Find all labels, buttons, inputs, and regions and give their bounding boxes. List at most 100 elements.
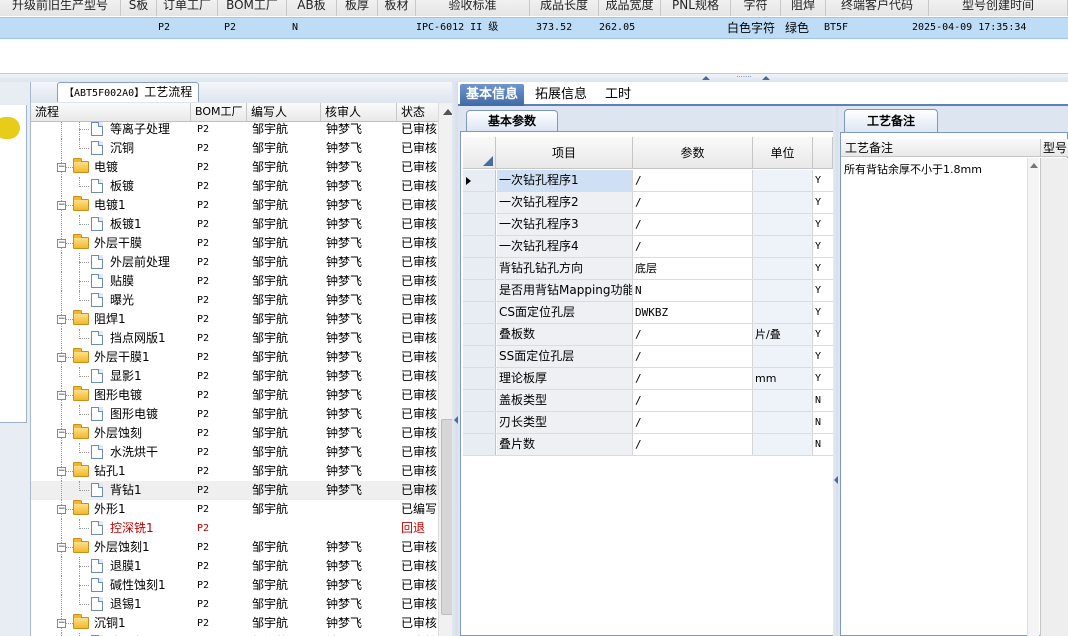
collapse-toggle-icon[interactable]: − xyxy=(57,201,66,210)
row-selector[interactable] xyxy=(463,236,496,257)
tree-row[interactable]: 图形电镀 P2 邹宇航 钟梦飞 已审核 xyxy=(31,405,439,424)
basic-params-tab[interactable]: 基本参数 xyxy=(466,110,558,131)
tree-row[interactable]: 退锡1 P2 邹宇航 钟梦飞 已审核 xyxy=(31,595,439,614)
process-notes-tab[interactable]: 工艺备注 xyxy=(844,109,938,132)
row-selector[interactable] xyxy=(463,346,496,367)
col-bom[interactable]: BOM工厂 xyxy=(191,103,247,121)
param-row[interactable]: 叠板数 / 片/叠 Y xyxy=(463,324,833,346)
param-row[interactable]: 一次钻孔程序4/ Y xyxy=(463,236,833,258)
col-flag[interactable] xyxy=(813,137,833,169)
row-selector[interactable] xyxy=(463,390,496,411)
tree-row[interactable]: − 图形电镀 P2 邹宇航 钟梦飞 已审核 xyxy=(31,386,439,405)
scroll-up-icon[interactable] xyxy=(1030,163,1038,168)
collapse-toggle-icon[interactable]: − xyxy=(57,353,66,362)
param-row[interactable]: 盖板类型 / N xyxy=(463,390,833,412)
col-author[interactable]: 编写人 xyxy=(247,103,321,121)
param-value-cell[interactable]: / xyxy=(633,214,753,235)
param-row[interactable]: 一次钻孔程序2/ Y xyxy=(463,192,833,214)
param-row[interactable]: 刃长类型 / N xyxy=(463,412,833,434)
top-header-6[interactable]: 板材 xyxy=(378,0,416,16)
top-header-7[interactable]: 验收标准 xyxy=(416,0,530,16)
top-header-0[interactable]: 升级前旧生产型号 xyxy=(0,0,121,16)
param-row[interactable]: CS面定位孔层 DWKBZ Y xyxy=(463,302,833,324)
param-value-cell[interactable]: / xyxy=(633,434,753,455)
model-col-header[interactable]: 型号 xyxy=(1041,139,1068,157)
param-value-cell[interactable]: / xyxy=(633,324,753,345)
col-status[interactable]: 状态 xyxy=(397,103,439,121)
row-selector[interactable] xyxy=(463,324,496,345)
tree-row[interactable]: − 钻孔1 P2 邹宇航 钟梦飞 已审核 xyxy=(31,462,439,481)
collapse-toggle-icon[interactable]: − xyxy=(57,315,66,324)
tree-row[interactable]: 板镀 P2 邹宇航 钟梦飞 已审核 xyxy=(31,177,439,196)
tree-row[interactable]: 碱性蚀刻1 P2 邹宇航 钟梦飞 已审核 xyxy=(31,576,439,595)
row-selector[interactable] xyxy=(463,170,496,191)
row-selector[interactable] xyxy=(463,280,496,301)
param-row[interactable]: 是否用背钻Mapping功能 N Y xyxy=(463,280,833,302)
tree-row[interactable]: 挡点网版1 P2 邹宇航 钟梦飞 已审核 xyxy=(31,329,439,348)
top-header-1[interactable]: S板 xyxy=(121,0,157,16)
param-row[interactable]: SS面定位孔层 / Y xyxy=(463,346,833,368)
collapse-toggle-icon[interactable]: − xyxy=(57,239,66,248)
col-reviewer[interactable]: 核审人 xyxy=(321,103,397,121)
param-value-cell[interactable]: 底层 xyxy=(633,258,753,279)
tree-row[interactable]: − 阻焊1 P2 邹宇航 钟梦飞 已审核 xyxy=(31,310,439,329)
collapse-toggle-icon[interactable]: − xyxy=(57,619,66,628)
row-selector[interactable] xyxy=(463,434,496,455)
param-row[interactable]: 背钻孔钻孔方向 底层 Y xyxy=(463,258,833,280)
top-header-8[interactable]: 成品长度 xyxy=(530,0,599,16)
tree-row[interactable]: 背钻1 P2 邹宇航 钟梦飞 已审核 xyxy=(31,481,439,500)
row-selector[interactable] xyxy=(463,192,496,213)
collapse-toggle-icon[interactable]: − xyxy=(57,429,66,438)
row-selector[interactable] xyxy=(463,258,496,279)
horizontal-splitter[interactable]: ······· xyxy=(0,74,1068,82)
param-row[interactable]: 理论板厚 / mm Y xyxy=(463,368,833,390)
top-header-3[interactable]: BOM工厂 xyxy=(218,0,287,16)
tab-work-hours[interactable]: 工时 xyxy=(599,84,637,106)
row-selector[interactable] xyxy=(463,412,496,433)
tree-row[interactable]: 控深铣1 P2 回退 xyxy=(31,519,439,538)
row-selector[interactable] xyxy=(463,368,496,389)
param-value-cell[interactable]: / xyxy=(633,192,753,213)
param-value-cell[interactable]: / xyxy=(633,390,753,411)
collapse-toggle-icon[interactable]: − xyxy=(57,505,66,514)
top-grid-selected-row[interactable]: P2 P2 N IPC-6012 II 级 373.52 262.05 白色字符… xyxy=(0,17,1068,39)
collapse-toggle-icon[interactable]: − xyxy=(57,543,66,552)
col-param[interactable]: 参数 xyxy=(633,137,753,169)
process-flow-tab[interactable]: 【ABT5F002A0】工艺流程 xyxy=(57,82,200,102)
collapse-toggle-icon[interactable]: − xyxy=(57,163,66,172)
tree-row[interactable]: 贴膜 P2 邹宇航 钟梦飞 已审核 xyxy=(31,272,439,291)
col-item[interactable]: 项目 xyxy=(496,137,633,169)
notes-scrollbar[interactable] xyxy=(1027,158,1039,636)
collapse-toggle-icon[interactable]: − xyxy=(57,467,66,476)
top-header-11[interactable]: 字符 xyxy=(731,0,781,16)
top-header-4[interactable]: AB板 xyxy=(287,0,337,16)
notes-col-header[interactable]: 工艺备注 xyxy=(841,139,1041,157)
col-unit[interactable]: 单位 xyxy=(753,137,813,169)
tree-row[interactable]: 显影1 P2 邹宇航 钟梦飞 已审核 xyxy=(31,367,439,386)
tree-row[interactable]: 板镀1 P2 邹宇航 钟梦飞 已审核 xyxy=(31,215,439,234)
process-note-text[interactable]: 所有背钻余厚不小于1.8mm xyxy=(844,161,1024,177)
top-header-2[interactable]: 订单工厂 xyxy=(157,0,218,16)
tree-row[interactable]: 外层前处理 P2 邹宇航 钟梦飞 已审核 xyxy=(31,253,439,272)
tree-row[interactable]: − 外层蚀刻1 P2 邹宇航 钟梦飞 已审核 xyxy=(31,538,439,557)
tree-row[interactable]: − 外层干膜1 P2 邹宇航 钟梦飞 已审核 xyxy=(31,348,439,367)
param-value-cell[interactable]: / xyxy=(633,236,753,257)
param-value-cell[interactable]: / xyxy=(633,346,753,367)
param-value-cell[interactable]: N xyxy=(633,280,753,301)
param-row[interactable]: 一次钻孔程序3/ Y xyxy=(463,214,833,236)
param-row[interactable]: 一次钻孔程序1/ Y xyxy=(463,170,833,192)
tree-row[interactable]: − 外形1 P2 邹宇航 已编写 xyxy=(31,500,439,519)
param-value-cell[interactable]: / xyxy=(633,170,753,191)
param-value-cell[interactable]: / xyxy=(633,412,753,433)
param-value-cell[interactable]: DWKBZ xyxy=(633,302,753,323)
top-header-5[interactable]: 板厚 xyxy=(337,0,378,16)
tree-row[interactable]: 水洗烘干 P2 邹宇航 钟梦飞 已审核 xyxy=(31,443,439,462)
top-header-9[interactable]: 成品宽度 xyxy=(599,0,661,16)
tree-row[interactable]: − 电镀 P2 邹宇航 钟梦飞 已审核 xyxy=(31,158,439,177)
top-header-13[interactable]: 终端客户代码 xyxy=(826,0,929,16)
row-selector[interactable] xyxy=(463,302,496,323)
tree-row[interactable]: − 外层干膜 P2 邹宇航 钟梦飞 已审核 xyxy=(31,234,439,253)
tab-extended-info[interactable]: 拓展信息 xyxy=(529,84,593,106)
tree-row[interactable]: − 外层蚀刻 P2 邹宇航 钟梦飞 已审核 xyxy=(31,424,439,443)
tab-basic-info[interactable]: 基本信息 xyxy=(460,84,525,106)
